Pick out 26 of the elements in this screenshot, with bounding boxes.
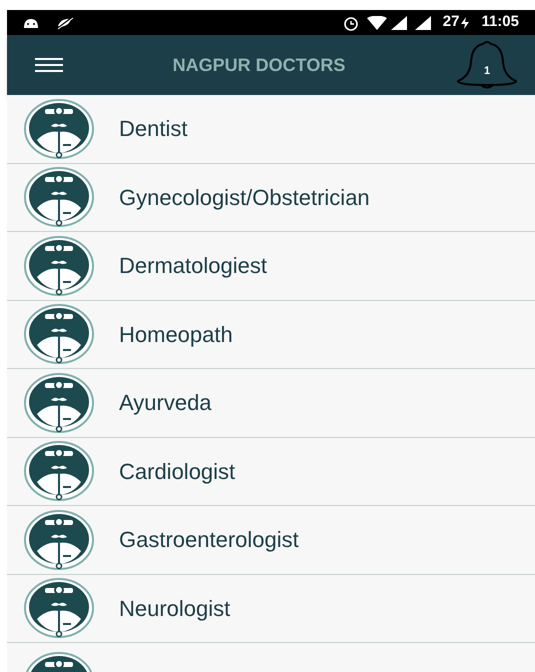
doctor-icon [23,372,95,434]
alarm-icon [342,14,359,30]
doctor-icon [23,98,95,160]
doctor-icon [23,303,95,366]
muted-notification-icon [55,16,75,30]
category-item[interactable]: Ayurveda [7,369,535,438]
android-icon [23,16,39,28]
doctor-icon [23,166,95,228]
charging-icon [461,16,470,28]
category-item[interactable]: Gynecologist/Obstetrician [7,164,535,232]
category-item[interactable]: Homeopath [7,300,535,369]
signal-icon [414,16,431,30]
category-item[interactable]: Cardiologist [7,438,535,506]
clock: 11:05 [481,12,519,32]
wifi-icon [366,16,387,30]
app-title: NAGPUR DOCTORS [172,54,346,76]
battery-level: 27 [442,12,460,32]
doctor-icon [23,440,95,502]
category-item[interactable]: Gastroenterologist [7,506,535,574]
doctor-icon [23,234,95,297]
category-item[interactable]: Dentist [7,95,535,164]
signal-icon [390,16,407,30]
doctor-icon [23,577,95,640]
menu-icon[interactable] [35,58,63,72]
doctor-icon [23,508,95,571]
category-item[interactable]: Dermatologiest [7,232,535,300]
